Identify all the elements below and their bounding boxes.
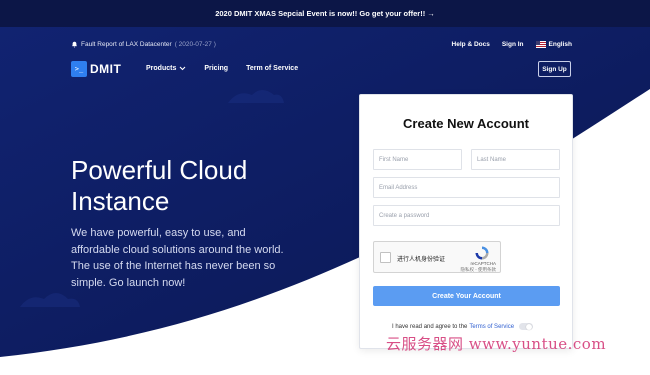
create-account-button[interactable]: Create Your Account [373, 286, 560, 306]
dmit-logo[interactable]: >_ DMIT [71, 61, 121, 77]
hero-title: Powerful Cloud Instance [71, 155, 331, 217]
notice-date: ( 2020-07-27 ) [174, 40, 216, 48]
nav-products[interactable]: Products [146, 65, 186, 72]
main-nav: Products Pricing Term of Service [146, 65, 316, 72]
password-input[interactable]: Create a password [373, 205, 560, 226]
terms-agreement: I have read and agree to the Terms of Se… [392, 323, 534, 330]
email-input[interactable]: Email Address [373, 177, 560, 198]
recaptcha-widget: 进行人机身份验证 reCAPTCHA 隐私权 - 使用条款 [373, 241, 501, 273]
utility-nav: Help & Docs Sign In English [452, 38, 572, 50]
recaptcha-checkbox[interactable] [380, 252, 391, 263]
signup-form: Create New Account First Name Last Name … [359, 94, 573, 349]
chevron-down-icon [179, 66, 186, 71]
announcement-bar[interactable]: 2020 DMIT XMAS Sepcial Event is now!! Go… [0, 0, 650, 27]
sign-in-link[interactable]: Sign In [502, 41, 524, 48]
language-selector[interactable]: English [549, 41, 572, 48]
logo-text: DMIT [90, 62, 122, 76]
hero-title-line1: Powerful Cloud [71, 155, 248, 185]
terms-toggle[interactable] [519, 323, 534, 330]
watermark: 云服务器网 www.yuntue.com [386, 335, 607, 353]
hero-title-line2: Instance [71, 186, 170, 216]
recaptcha-icon [475, 246, 489, 260]
hero-description: We have powerful, easy to use, and affor… [71, 227, 284, 289]
recaptcha-terms[interactable]: 隐私权 - 使用条款 [461, 267, 497, 273]
sign-up-button[interactable]: Sign Up [538, 61, 571, 77]
fault-notice[interactable]: Fault Report of LAX Datacenter ( 2020-07… [71, 38, 216, 50]
bell-icon [71, 41, 78, 47]
first-name-input[interactable]: First Name [373, 149, 462, 170]
last-name-input[interactable]: Last Name [471, 149, 560, 170]
agree-text: I have read and agree to the [392, 323, 468, 330]
nav-terms[interactable]: Term of Service [246, 65, 298, 72]
flag-icon [535, 40, 546, 48]
recaptcha-brand: reCAPTCHA [470, 261, 496, 266]
help-docs-link[interactable]: Help & Docs [452, 41, 490, 48]
form-title: Create New Account [403, 116, 529, 131]
notice-text[interactable]: Fault Report of LAX Datacenter [81, 41, 172, 48]
nav-pricing[interactable]: Pricing [204, 65, 228, 72]
terminal-icon: >_ [71, 61, 87, 77]
announcement-text[interactable]: 2020 DMIT XMAS Sepcial Event is now!! Go… [215, 9, 435, 18]
nav-products-label: Products [146, 65, 177, 72]
terms-of-service-link[interactable]: Terms of Service [469, 324, 514, 330]
recaptcha-label: 进行人机身份验证 [397, 257, 446, 263]
